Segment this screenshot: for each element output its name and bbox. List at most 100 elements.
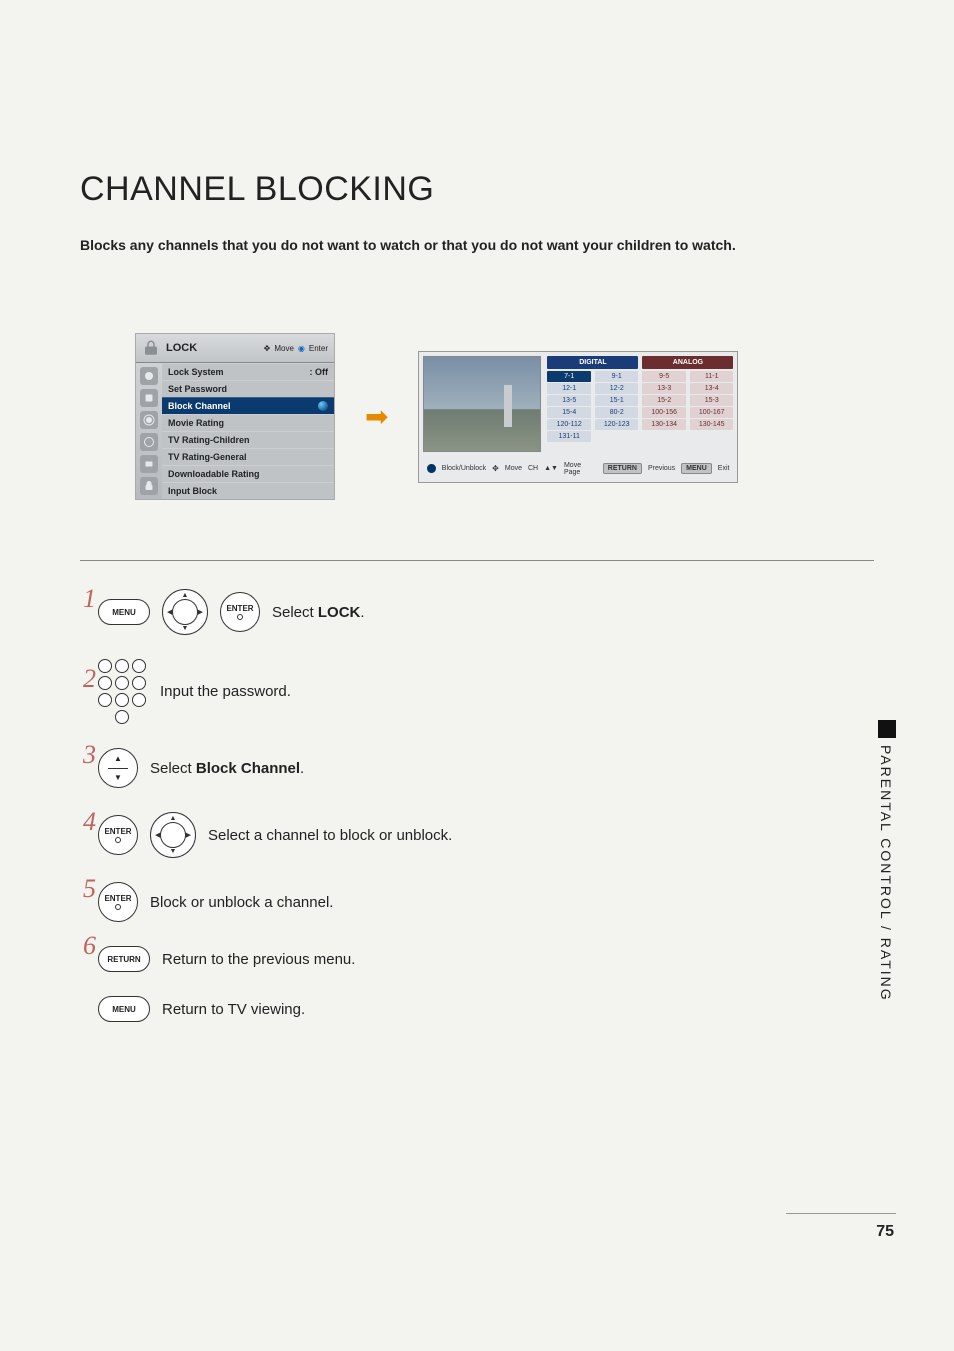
channel-cell[interactable]: 13-4 xyxy=(690,383,734,394)
channel-cell[interactable]: 7-1 xyxy=(547,371,591,382)
osd-item[interactable]: TV Rating-General xyxy=(162,448,334,465)
step-6: 6 RETURN Return to the previous menu. xyxy=(82,946,874,972)
step-menu-exit: . MENU Return to TV viewing. xyxy=(82,996,874,1022)
step-3: 3 ▲▼ Select Block Channel. xyxy=(82,748,874,788)
osd-item-label: Movie Rating xyxy=(168,418,224,428)
channel-block-screen: 7-1 DIGITAL ANALOG 7-112-113-515-4120-11… xyxy=(418,351,738,483)
step-text: Return to TV viewing. xyxy=(162,1001,305,1018)
osd-item-label: TV Rating-General xyxy=(168,452,247,462)
side-icon-2 xyxy=(140,389,158,407)
enter-dot-icon xyxy=(237,614,243,620)
step-text-post: . xyxy=(360,604,364,621)
channel-cell[interactable]: 12-2 xyxy=(595,383,639,394)
osd-item[interactable]: Input Block xyxy=(162,482,334,499)
channel-column: 11-113-415-3100-167130-145 xyxy=(690,371,734,442)
step-number: 3 xyxy=(82,740,96,770)
channel-column: 7-112-113-515-4120-112131-11 xyxy=(547,371,591,442)
side-icon-6 xyxy=(140,477,158,495)
channel-cell[interactable]: 15-1 xyxy=(595,395,639,406)
channel-cell[interactable]: 15-3 xyxy=(690,395,734,406)
step-text: Select LOCK. xyxy=(272,604,365,621)
step-text: Select a channel to block or unblock. xyxy=(208,827,452,844)
osd-item[interactable]: Block Channel xyxy=(162,397,334,414)
tab-digital: DIGITAL xyxy=(547,356,638,369)
channel-cell[interactable]: 130-145 xyxy=(690,419,734,430)
side-marker xyxy=(878,720,896,738)
channel-cell[interactable]: 13-3 xyxy=(642,383,686,394)
return-keycap: RETURN xyxy=(603,463,642,474)
step-number: 1 xyxy=(82,584,96,614)
step-1: 1 MENU ▲▼◀▶ ENTER Select LOCK. xyxy=(82,589,874,635)
steps-list: 1 MENU ▲▼◀▶ ENTER Select LOCK. 2 Input t… xyxy=(82,589,874,1022)
lock-icon xyxy=(142,339,160,357)
channel-cell[interactable]: 9-1 xyxy=(595,371,639,382)
osd-item-label: Input Block xyxy=(168,486,217,496)
side-icon-5 xyxy=(140,455,158,473)
page-number: 75 xyxy=(876,1223,894,1241)
channel-cell[interactable]: 12-1 xyxy=(547,383,591,394)
osd-item-label: Lock System xyxy=(168,367,224,377)
osd-list: Lock System: Off Set Password Block Channe… xyxy=(162,363,334,499)
enter-button[interactable]: ENTER xyxy=(220,592,260,632)
footer-move: Move xyxy=(505,465,522,472)
step-text: Return to the previous menu. xyxy=(162,951,355,968)
osd-item[interactable]: Set Password xyxy=(162,380,334,397)
channel-column: 9-112-215-180-2120-123 xyxy=(595,371,639,442)
channel-cell[interactable]: 80-2 xyxy=(595,407,639,418)
number-pad[interactable] xyxy=(98,659,148,724)
step-number: 4 xyxy=(82,807,96,837)
channel-cell[interactable]: 100-167 xyxy=(690,407,734,418)
osd-item-label: Set Password xyxy=(168,384,227,394)
section-side-label: PARENTAL CONTROL / RATING xyxy=(878,745,894,1002)
osd-hint-move: Move xyxy=(274,344,294,353)
channel-cell[interactable]: 15-2 xyxy=(642,395,686,406)
enter-icon: ◉ xyxy=(298,344,305,353)
osd-item-label: TV Rating-Children xyxy=(168,435,250,445)
dpad-button[interactable]: ▲▼◀▶ xyxy=(150,812,196,858)
enter-button-label: ENTER xyxy=(226,605,253,613)
channel-cell[interactable]: 120-123 xyxy=(595,419,639,430)
channel-cell[interactable]: 120-112 xyxy=(547,419,591,430)
enter-dot-icon xyxy=(318,401,328,411)
osd-item[interactable]: TV Rating-Children xyxy=(162,431,334,448)
menu-button[interactable]: MENU xyxy=(98,996,150,1022)
osd-item[interactable]: Lock System: Off xyxy=(162,363,334,380)
step-number: 5 xyxy=(82,874,96,904)
enter-button[interactable]: ENTER xyxy=(98,882,138,922)
enter-button[interactable]: ENTER xyxy=(98,815,138,855)
channel-cell[interactable]: 130-134 xyxy=(642,419,686,430)
osd-title: LOCK xyxy=(166,342,264,354)
channel-cell[interactable]: 13-5 xyxy=(547,395,591,406)
enter-button-label: ENTER xyxy=(104,828,131,836)
osd-item[interactable]: Movie Rating xyxy=(162,414,334,431)
tab-analog: ANALOG xyxy=(642,356,733,369)
osd-item[interactable]: Downloadable Rating xyxy=(162,465,334,482)
channel-cell[interactable]: 131-11 xyxy=(547,431,591,442)
enter-dot-icon xyxy=(115,837,121,843)
enter-button-label: ENTER xyxy=(104,895,131,903)
step-text: Select Block Channel. xyxy=(150,760,304,777)
step-number: 2 xyxy=(82,664,96,694)
dpad-icon: ✥ xyxy=(264,344,271,353)
osd-hint-enter: Enter xyxy=(309,344,328,353)
channel-cell[interactable]: 9-5 xyxy=(642,371,686,382)
return-button[interactable]: RETURN xyxy=(98,946,150,972)
osd-header: LOCK ✥ Move ◉ Enter xyxy=(136,334,334,363)
enter-dot-icon xyxy=(427,464,435,473)
channel-cell[interactable]: 15-4 xyxy=(547,407,591,418)
step-4: 4 ENTER ▲▼◀▶ Select a channel to block o… xyxy=(82,812,874,858)
arrow-icon: ➡ xyxy=(365,400,388,433)
step-2: 2 Input the password. xyxy=(82,659,874,724)
footer-movepage: Move Page xyxy=(564,462,597,476)
menu-button[interactable]: MENU xyxy=(98,599,150,625)
dpad-button[interactable]: ▲▼◀▶ xyxy=(162,589,208,635)
updown-button[interactable]: ▲▼ xyxy=(98,748,138,788)
page-title: CHANNEL BLOCKING xyxy=(80,170,874,209)
osd-lock-menu: LOCK ✥ Move ◉ Enter Lock System: Off xyxy=(135,333,335,500)
channel-screen-footer: Block/Unblock ✥ Move CH ▲▼ Move Page RET… xyxy=(419,456,737,482)
channel-cell[interactable]: 11-1 xyxy=(690,371,734,382)
lighthouse-icon xyxy=(504,385,512,427)
side-icon-3 xyxy=(140,411,158,429)
channel-cell[interactable]: 100-156 xyxy=(642,407,686,418)
channel-preview xyxy=(423,356,541,452)
